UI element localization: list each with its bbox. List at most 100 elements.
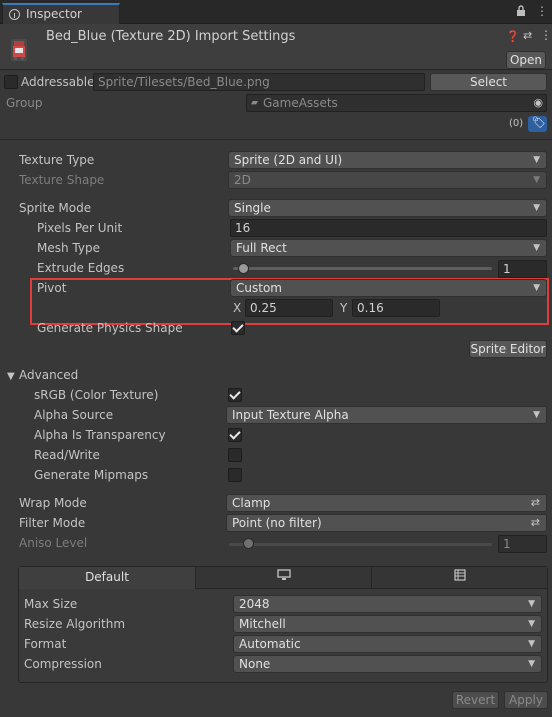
- tag-icon: 🏷: [532, 116, 546, 129]
- generate-physics-label: Generate Physics Shape: [37, 321, 183, 335]
- chevron-down-icon: ▼: [533, 155, 540, 165]
- advanced-label[interactable]: Advanced: [19, 368, 78, 382]
- resize-algorithm-value: Mitchell: [239, 617, 286, 631]
- menu-icon[interactable]: ⋮: [536, 4, 548, 18]
- generate-physics-checkbox[interactable]: [231, 321, 245, 335]
- chevron-down-icon: ▼: [533, 410, 540, 420]
- swap-icon: ⇄: [530, 496, 540, 509]
- alpha-source-dropdown[interactable]: Input Texture Alpha ▼: [226, 406, 547, 424]
- sprite-mode-label: Sprite Mode: [19, 201, 92, 215]
- chevron-down-icon: ▼: [533, 283, 540, 293]
- format-dropdown[interactable]: Automatic ▼: [233, 635, 542, 653]
- max-size-label: Max Size: [24, 597, 78, 611]
- mesh-type-value: Full Rect: [236, 241, 287, 255]
- target-icon[interactable]: ◉: [533, 95, 543, 111]
- extrude-edges-label: Extrude Edges: [37, 261, 125, 275]
- more-icon[interactable]: ⋮: [540, 28, 552, 42]
- filter-mode-dropdown[interactable]: Point (no filter) ⇄: [226, 514, 547, 532]
- tab-inspector[interactable]: Inspector: [2, 3, 120, 25]
- grid-icon: [453, 569, 466, 584]
- group-field[interactable]: ▰ GameAssets ◉: [246, 94, 547, 112]
- pivot-y-label: Y: [340, 301, 348, 315]
- srgb-label: sRGB (Color Texture): [34, 388, 159, 402]
- mesh-type-dropdown[interactable]: Full Rect ▼: [230, 239, 547, 257]
- open-button[interactable]: Open: [506, 51, 546, 69]
- wrap-mode-label: Wrap Mode: [19, 496, 87, 510]
- group-label: Group: [6, 96, 43, 110]
- texture-type-value: Sprite (2D and UI): [234, 153, 343, 167]
- label-count: (0): [509, 118, 524, 129]
- group-value: GameAssets: [263, 96, 338, 110]
- texture-asset-icon: [8, 37, 30, 63]
- texture-shape-dropdown: 2D ▼: [228, 171, 547, 189]
- sprite-mode-dropdown[interactable]: Single ▼: [228, 199, 547, 217]
- pixels-per-unit-field[interactable]: 16: [230, 219, 547, 237]
- pixels-per-unit-label: Pixels Per Unit: [37, 221, 123, 235]
- chevron-down-icon: ▼: [533, 203, 540, 213]
- foldout-arrow-icon[interactable]: ▼: [7, 371, 15, 382]
- max-size-dropdown[interactable]: 2048 ▼: [233, 595, 542, 613]
- max-size-value: 2048: [239, 597, 270, 611]
- aniso-level-slider: [229, 543, 492, 546]
- tab-label: Inspector: [26, 7, 82, 21]
- folder-icon: ▰: [251, 98, 258, 108]
- swap-icon: ⇄: [530, 516, 540, 529]
- compression-value: None: [239, 657, 271, 671]
- alpha-transparency-checkbox[interactable]: [228, 428, 242, 442]
- texture-type-label: Texture Type: [19, 153, 95, 167]
- tab-webgl[interactable]: [372, 567, 547, 589]
- extrude-edges-slider-thumb[interactable]: [238, 263, 249, 274]
- revert-button[interactable]: Revert: [452, 691, 499, 709]
- chevron-down-icon: ▼: [528, 599, 535, 609]
- monitor-icon: [276, 569, 291, 584]
- aniso-level-label: Aniso Level: [19, 536, 88, 550]
- sprite-mode-value: Single: [234, 201, 271, 215]
- texture-shape-value: 2D: [234, 173, 251, 187]
- addressable-checkbox[interactable]: [4, 75, 18, 89]
- alpha-source-label: Alpha Source: [34, 408, 114, 422]
- texture-type-dropdown[interactable]: Sprite (2D and UI) ▼: [228, 151, 547, 169]
- chevron-down-icon: ▼: [533, 175, 540, 185]
- pivot-value: Custom: [236, 281, 282, 295]
- addressable-path-field[interactable]: Sprite/Tilesets/Bed_Blue.png: [93, 73, 425, 91]
- chevron-down-icon: ▼: [528, 619, 535, 629]
- sprite-editor-button[interactable]: Sprite Editor: [469, 340, 547, 358]
- help-icon[interactable]: ❓: [506, 30, 520, 43]
- filter-mode-value: Point (no filter): [232, 516, 322, 530]
- srgb-checkbox[interactable]: [228, 388, 242, 402]
- compression-label: Compression: [24, 657, 102, 671]
- alpha-transparency-label: Alpha Is Transparency: [34, 428, 166, 442]
- select-button[interactable]: Select: [430, 73, 547, 91]
- tab-standalone[interactable]: [196, 567, 372, 589]
- addressable-label: Addressable: [21, 75, 95, 89]
- pivot-label: Pivot: [37, 281, 67, 295]
- extrude-edges-slider[interactable]: [233, 267, 492, 270]
- pivot-dropdown[interactable]: Custom ▼: [230, 279, 547, 297]
- pivot-x-field[interactable]: 0.25: [245, 299, 333, 317]
- mesh-type-label: Mesh Type: [37, 241, 100, 255]
- chevron-down-icon: ▼: [533, 243, 540, 253]
- mipmaps-checkbox[interactable]: [228, 468, 242, 482]
- read-write-label: Read/Write: [34, 448, 100, 462]
- extrude-edges-field[interactable]: 1: [498, 260, 547, 278]
- chevron-down-icon: ▼: [528, 639, 535, 649]
- chevron-down-icon: ▼: [528, 659, 535, 669]
- info-icon: [9, 9, 20, 20]
- format-value: Automatic: [239, 637, 301, 651]
- tab-default-label: Default: [85, 570, 129, 584]
- settings-icon[interactable]: ⇄: [523, 29, 532, 42]
- alpha-source-value: Input Texture Alpha: [232, 408, 349, 422]
- resize-algorithm-dropdown[interactable]: Mitchell ▼: [233, 615, 542, 633]
- aniso-level-field: 1: [498, 535, 547, 553]
- tag-button[interactable]: 🏷: [528, 116, 547, 132]
- compression-dropdown[interactable]: None ▼: [233, 655, 542, 673]
- tab-default[interactable]: Default: [19, 567, 196, 589]
- read-write-checkbox[interactable]: [228, 448, 242, 462]
- wrap-mode-value: Clamp: [232, 496, 271, 510]
- format-label: Format: [24, 637, 67, 651]
- apply-button[interactable]: Apply: [504, 691, 548, 709]
- pivot-y-field[interactable]: 0.16: [352, 299, 440, 317]
- wrap-mode-dropdown[interactable]: Clamp ⇄: [226, 494, 547, 512]
- lock-icon[interactable]: [516, 5, 526, 20]
- pivot-x-label: X: [233, 301, 242, 315]
